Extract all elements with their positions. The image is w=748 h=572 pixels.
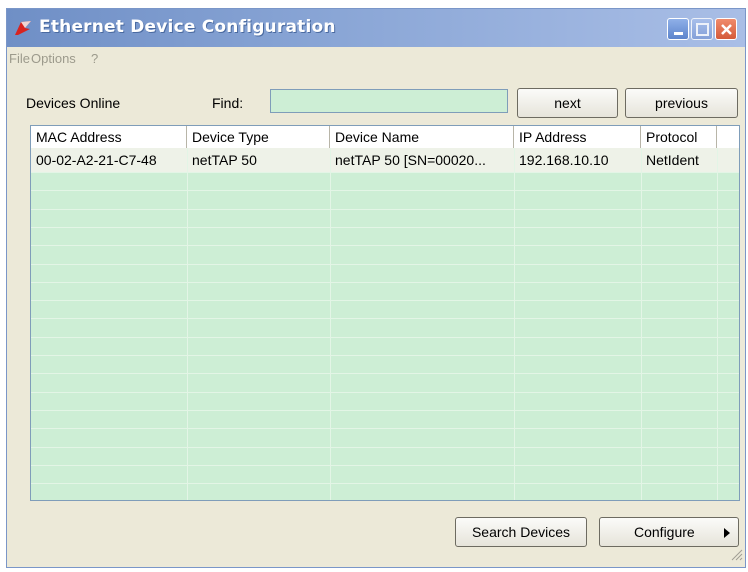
grid-divider: [514, 148, 515, 500]
grid-row-line: [31, 355, 739, 356]
grid-row-line: [31, 282, 739, 283]
grid-row-line: [31, 483, 739, 484]
grid-row-line: [31, 300, 739, 301]
grid-row-line: [31, 410, 739, 411]
next-button-label: next: [554, 95, 581, 111]
grid-row-line: [31, 190, 739, 191]
resize-grip-icon[interactable]: [731, 546, 743, 565]
window-title: Ethernet Device Configuration: [39, 17, 336, 37]
col-protocol[interactable]: Protocol: [641, 126, 717, 148]
menu-file[interactable]: File: [9, 51, 30, 66]
grid-row-line: [31, 227, 739, 228]
grid-divider: [330, 148, 331, 500]
find-input[interactable]: [270, 89, 508, 113]
cell-ip-address: 192.168.10.10: [519, 152, 609, 168]
menu-bar: File Options ?: [7, 47, 745, 69]
col-device-name[interactable]: Device Name: [330, 126, 514, 148]
grid-row-line: [31, 465, 739, 466]
app-flag-icon: [13, 19, 33, 37]
grid-row-line: [31, 447, 739, 448]
find-label: Find:: [212, 95, 244, 111]
grid-row-line: [31, 428, 739, 429]
grid-row-line: [31, 373, 739, 374]
grid-row-line: [31, 318, 739, 319]
grid-row-line: [31, 245, 739, 246]
menu-help[interactable]: ?: [91, 51, 98, 66]
cell-device-name: netTAP 50 [SN=00020...: [335, 152, 486, 168]
close-icon[interactable]: [715, 18, 737, 40]
previous-button-label: previous: [655, 95, 708, 111]
previous-button[interactable]: previous: [625, 88, 738, 118]
grid-row-line: [31, 209, 739, 210]
search-devices-label: Search Devices: [471, 524, 571, 540]
col-mac-address[interactable]: MAC Address: [31, 126, 187, 148]
app-window: Ethernet Device Configuration File Optio…: [6, 8, 746, 568]
grid-row-line: [31, 264, 739, 265]
col-ip-address[interactable]: IP Address: [514, 126, 641, 148]
devices-grid[interactable]: MAC Address Device Type Device Name IP A…: [30, 125, 740, 501]
configure-label: Configure: [634, 524, 695, 540]
grid-row-line: [31, 172, 739, 173]
cell-mac-address: 00-02-A2-21-C7-48: [36, 152, 157, 168]
menu-options[interactable]: Options: [31, 51, 76, 66]
dropdown-arrow-icon[interactable]: [724, 528, 730, 538]
minimize-icon[interactable]: [667, 18, 689, 40]
maximize-icon[interactable]: [691, 18, 713, 40]
search-devices-button[interactable]: Search Devices: [455, 517, 587, 547]
title-bar[interactable]: Ethernet Device Configuration: [7, 9, 745, 47]
next-button[interactable]: next: [517, 88, 618, 118]
grid-row-line: [31, 337, 739, 338]
devices-online-label: Devices Online: [26, 95, 121, 111]
grid-header: MAC Address Device Type Device Name IP A…: [31, 126, 739, 149]
grid-divider: [641, 148, 642, 500]
cell-protocol: NetIdent: [646, 152, 699, 168]
grid-divider: [717, 148, 718, 500]
configure-button[interactable]: Configure: [599, 517, 739, 547]
grid-row-line: [31, 392, 739, 393]
col-device-type[interactable]: Device Type: [187, 126, 330, 148]
cell-device-type: netTAP 50: [192, 152, 257, 168]
grid-divider: [187, 148, 188, 500]
